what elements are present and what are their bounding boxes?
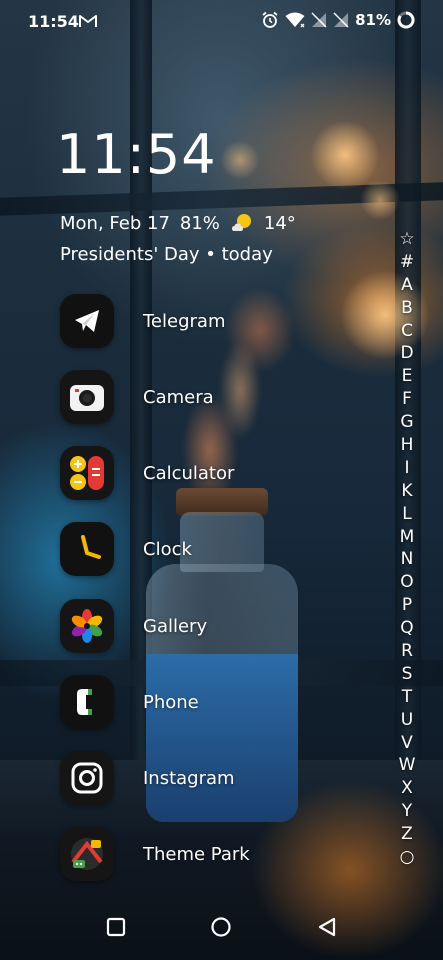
app-item-calculator[interactable]: Calculator xyxy=(60,446,380,500)
alpha-item-l[interactable]: L xyxy=(397,503,417,526)
status-bar: 11:54 81% xyxy=(0,0,443,44)
app-item-camera[interactable]: Camera xyxy=(60,370,380,424)
alpha-item-h[interactable]: H xyxy=(397,434,417,457)
app-label: Gallery xyxy=(143,615,208,637)
app-label: Calculator xyxy=(143,462,235,484)
gmail-icon xyxy=(79,15,97,27)
alpha-item-e[interactable]: E xyxy=(397,365,417,388)
alpha-item-n[interactable]: N xyxy=(397,548,417,571)
clock-icon xyxy=(60,522,114,576)
alpha-item-z[interactable]: Z xyxy=(397,823,417,846)
back-icon[interactable] xyxy=(315,915,339,939)
phone-icon xyxy=(60,675,114,729)
alpha-item-s[interactable]: S xyxy=(397,663,417,686)
alpha-item-c[interactable]: C xyxy=(397,320,417,343)
date-line[interactable]: Mon, Feb 17 81% 14° xyxy=(60,211,296,235)
alpha-item-m[interactable]: M xyxy=(397,526,417,549)
app-label: Theme Park xyxy=(143,843,250,865)
alpha-item-b[interactable]: B xyxy=(397,297,417,320)
alpha-item-f[interactable]: F xyxy=(397,388,417,411)
alpha-item-other[interactable]: ○ xyxy=(397,846,417,869)
status-time: 11:54 xyxy=(28,12,79,31)
alpha-item-k[interactable]: K xyxy=(397,480,417,503)
partly-cloudy-icon xyxy=(231,214,251,231)
alpha-item-q[interactable]: Q xyxy=(397,617,417,640)
app-label: Phone xyxy=(143,691,199,713)
bokeh-light xyxy=(310,120,380,190)
battery-percent: 81% xyxy=(355,11,391,29)
app-item-telegram[interactable]: Telegram xyxy=(60,294,380,348)
status-icons: 81% xyxy=(261,11,415,29)
alpha-item-d[interactable]: D xyxy=(397,342,417,365)
wifi-icon xyxy=(285,12,305,28)
alpha-item-v[interactable]: V xyxy=(397,732,417,755)
camera-icon xyxy=(60,370,114,424)
alphabet-index[interactable]: ☆ # A B C D E F G H I K L M N O P Q R S … xyxy=(397,228,417,869)
app-label: Telegram xyxy=(143,310,226,332)
telegram-icon xyxy=(60,294,114,348)
alpha-item-y[interactable]: Y xyxy=(397,800,417,823)
alpha-item-g[interactable]: G xyxy=(397,411,417,434)
alpha-item-u[interactable]: U xyxy=(397,709,417,732)
bokeh-light xyxy=(220,140,260,180)
widget-date: Mon, Feb 17 xyxy=(60,212,170,234)
app-label: Instagram xyxy=(143,767,235,789)
app-label: Camera xyxy=(143,386,214,408)
app-item-instagram[interactable]: Instagram xyxy=(60,751,380,805)
alpha-item-w[interactable]: W xyxy=(397,754,417,777)
bokeh-light xyxy=(360,180,400,220)
alpha-item-r[interactable]: R xyxy=(397,640,417,663)
home-icon[interactable] xyxy=(209,915,233,939)
widget-holiday[interactable]: Presidents' Day • today xyxy=(60,244,273,265)
widget-clock[interactable]: 11:54 xyxy=(56,128,217,182)
app-label: Clock xyxy=(143,538,192,560)
navigation-bar xyxy=(0,900,443,960)
alpha-item-t[interactable]: T xyxy=(397,686,417,709)
alarm-icon xyxy=(262,11,278,28)
widget-battery: 81% xyxy=(179,212,220,234)
alpha-item-x[interactable]: X xyxy=(397,777,417,800)
alpha-item-favorites[interactable]: ☆ xyxy=(397,228,417,251)
no-signal-icon xyxy=(333,12,349,28)
battery-ring-icon xyxy=(397,11,415,29)
widget-temperature: 14° xyxy=(263,212,296,234)
app-item-gallery[interactable]: Gallery xyxy=(60,599,380,653)
alpha-item-o[interactable]: O xyxy=(397,571,417,594)
alpha-item-p[interactable]: P xyxy=(397,594,417,617)
recents-icon[interactable] xyxy=(104,915,128,939)
app-item-theme-park[interactable]: Theme Park xyxy=(60,827,380,881)
app-item-clock[interactable]: Clock xyxy=(60,522,380,576)
no-signal-icon xyxy=(311,12,327,28)
gallery-icon xyxy=(60,599,114,653)
theme-park-icon xyxy=(60,827,114,881)
alpha-item-a[interactable]: A xyxy=(397,274,417,297)
app-item-phone[interactable]: Phone xyxy=(60,675,380,729)
instagram-icon xyxy=(60,751,114,805)
calculator-icon xyxy=(60,446,114,500)
alpha-item-i[interactable]: I xyxy=(397,457,417,480)
alpha-item-hash[interactable]: # xyxy=(397,251,417,274)
